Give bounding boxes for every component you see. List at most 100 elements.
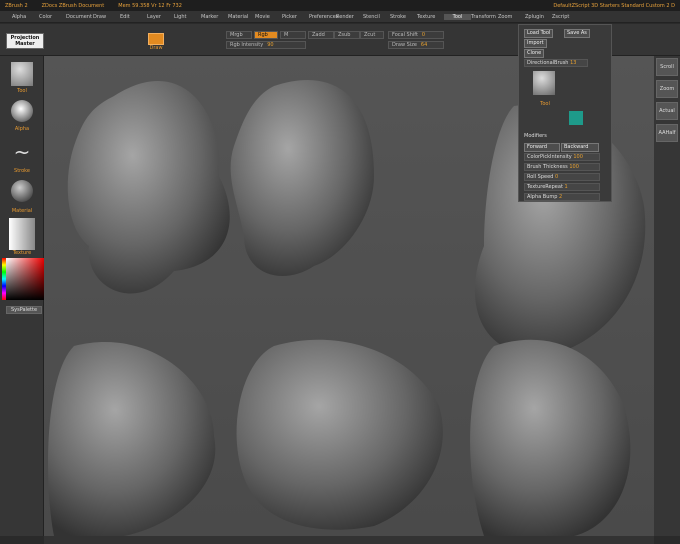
zsub-button[interactable]: Zsub [334, 31, 360, 39]
texture-icon[interactable] [9, 218, 35, 250]
document-title: ZDocs ZBrush Document [41, 2, 105, 9]
hue-strip[interactable] [2, 258, 6, 300]
zcut-button[interactable]: Zcut [360, 31, 384, 39]
material-icon[interactable] [11, 180, 33, 202]
app-title: ZBrush 2 [5, 2, 28, 9]
rgb-intensity-value: 90 [267, 42, 274, 48]
color-picker[interactable] [6, 258, 44, 300]
head-render-4 [48, 342, 216, 536]
head-render-6 [470, 339, 631, 536]
left-shelf: Tool Alpha ~ Stroke Material Texture Sys… [0, 56, 44, 536]
modifier-value: 0 [554, 174, 559, 180]
modifier-label: Alpha Bump [527, 194, 558, 200]
aahalf-button[interactable]: AAHalf [656, 124, 678, 142]
menu-material[interactable]: Material [228, 14, 255, 20]
menu-edit[interactable]: Edit [120, 14, 147, 20]
head-render-2 [230, 80, 374, 276]
menu-preferences[interactable]: Preferences [309, 14, 338, 20]
draw-size-value: 64 [420, 42, 428, 48]
menu-bar: Alpha Color Document Draw Edit Layer Lig… [0, 11, 680, 23]
menu-document[interactable]: Document [66, 14, 93, 20]
current-tool-icon[interactable] [533, 71, 555, 95]
menu-zscript[interactable]: Zscript [552, 14, 579, 20]
zadd-button[interactable]: Zadd [308, 31, 334, 39]
right-shelf: Scroll Zoom Actual AAHalf [654, 56, 680, 536]
menu-stroke[interactable]: Stroke [390, 14, 417, 20]
menu-picker[interactable]: Picker [282, 14, 309, 20]
head-render-5 [236, 339, 443, 530]
scroll-button[interactable]: Scroll [656, 58, 678, 76]
script-title: DefaultZScript 3D Starters Standard Cust… [553, 2, 675, 9]
directional-brush-value: 13 [570, 60, 577, 66]
rgb-button[interactable]: Rgb [254, 31, 278, 39]
texture-label: Texture [12, 250, 32, 256]
rgb-intensity-label: Rgb Intensity [230, 42, 264, 48]
menu-zoom[interactable]: Zoom [498, 14, 525, 20]
focal-shift-slider[interactable]: Focal Shift 0 [388, 31, 444, 39]
clone-button[interactable]: Clone [524, 49, 545, 58]
m-button[interactable]: M [280, 31, 306, 39]
selected-tool-icon[interactable] [569, 111, 583, 125]
menu-texture[interactable]: Texture [417, 14, 444, 20]
draw-size-label: Draw Size [392, 42, 417, 48]
menu-render[interactable]: Render [336, 14, 363, 20]
menu-color[interactable]: Color [39, 14, 66, 20]
modifier-row[interactable]: Alpha Bump 2 [524, 193, 600, 201]
rgb-intensity-slider[interactable]: Rgb Intensity 90 [226, 41, 306, 49]
material-label: Material [11, 208, 33, 214]
menu-draw[interactable]: Draw [93, 14, 120, 20]
save-as-button[interactable]: Save As [564, 29, 590, 38]
alpha-label: Alpha [14, 126, 30, 132]
projection-master-button[interactable]: Projection Master [6, 33, 44, 49]
title-bar: ZBrush 2 ZDocs ZBrush Document Mem 59.35… [0, 0, 680, 11]
modifier-value: 100 [573, 154, 583, 160]
modifier-label: ColorPickIntensity [527, 154, 572, 160]
draw-label: Draw [149, 45, 163, 51]
modifier-value: 100 [569, 164, 579, 170]
bottom-shelf [44, 536, 654, 544]
zoom-button[interactable]: Zoom [656, 80, 678, 98]
modifier-row[interactable]: ColorPickIntensity 100 [524, 153, 600, 161]
import-button[interactable]: Import [524, 39, 547, 48]
menu-transform[interactable]: Transform [471, 14, 498, 20]
head-render-1 [67, 81, 230, 294]
load-tool-button[interactable]: Load Tool [524, 29, 554, 38]
modifier-label: TextureRepeat [527, 184, 563, 190]
zbrush-window: ZBrush 2 ZDocs ZBrush Document Mem 59.35… [0, 0, 680, 544]
alpha-icon[interactable] [11, 100, 33, 122]
focal-shift-value: 0 [421, 32, 426, 38]
syspalette-button[interactable]: SysPalette [6, 306, 42, 314]
tool-sublabel: Tool [540, 101, 550, 107]
menu-zplugin[interactable]: Zplugin [525, 14, 552, 20]
menu-light[interactable]: Light [174, 14, 201, 20]
draw-size-slider[interactable]: Draw Size 64 [388, 41, 444, 49]
actual-button[interactable]: Actual [656, 102, 678, 120]
menu-stencil[interactable]: Stencil [363, 14, 390, 20]
modifier-row[interactable]: Roll Speed 0 [524, 173, 600, 181]
directional-brush-label: DirectionalBrush [527, 60, 569, 66]
modifier-row[interactable]: Brush Thickness 100 [524, 163, 600, 171]
modifiers-header[interactable]: Modifiers [524, 133, 547, 139]
forward-button[interactable]: Forward [524, 143, 560, 152]
modifier-value: 2 [559, 194, 563, 200]
menu-tool[interactable]: Tool [444, 13, 471, 20]
directional-brush-row[interactable]: DirectionalBrush 13 [524, 59, 588, 67]
menu-marker[interactable]: Marker [201, 14, 228, 20]
modifier-label: Brush Thickness [527, 164, 568, 170]
draw-icon[interactable] [148, 33, 164, 45]
focal-shift-label: Focal Shift [392, 32, 418, 38]
mrgb-button[interactable]: Mrgb [226, 31, 252, 39]
modifier-value: 1 [564, 184, 568, 190]
tool-palette: Load Tool Save As Import Clone Direction… [518, 24, 612, 202]
stroke-icon[interactable]: ~ [11, 140, 33, 164]
memory-status: Mem 59.358 Vr 12 Fr 732 [118, 2, 182, 9]
backward-button[interactable]: Backward [561, 143, 599, 152]
menu-movie[interactable]: Movie [255, 14, 282, 20]
modifier-label: Roll Speed [527, 174, 554, 180]
stroke-label: Stroke [14, 168, 30, 174]
menu-layer[interactable]: Layer [147, 14, 174, 20]
menu-alpha[interactable]: Alpha [12, 14, 39, 20]
tool-label: Tool [17, 88, 27, 94]
tool-icon[interactable] [11, 62, 33, 86]
modifier-row[interactable]: TextureRepeat 1 [524, 183, 600, 191]
